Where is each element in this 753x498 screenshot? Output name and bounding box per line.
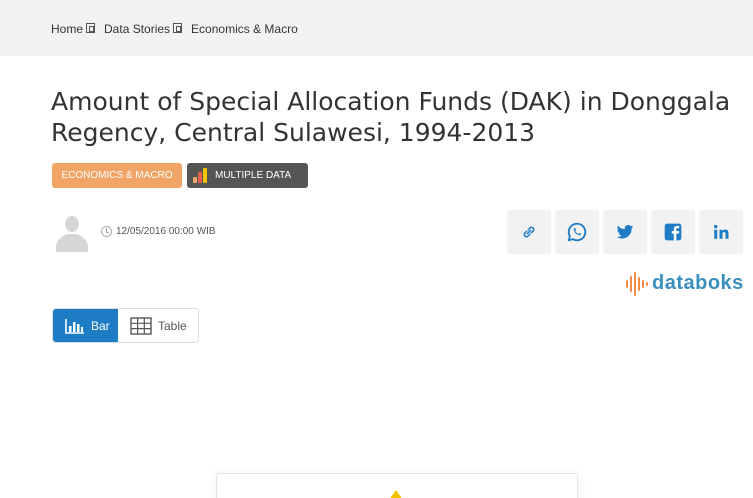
breadcrumb-economics-macro[interactable]: Economics & Macro [191,22,298,36]
table-icon [130,316,152,335]
whatsapp-share-button[interactable] [555,210,599,254]
view-toggle: Bar Table [52,308,199,343]
copy-link-button[interactable] [507,210,551,254]
author-avatar [52,212,92,252]
publish-date: 12/05/2016 00:00 WIB [101,226,216,237]
logo-bars-icon [625,271,649,297]
databoks-logo: databoks [625,270,744,297]
warning-icon [389,490,403,498]
bar-chart-icon [65,318,84,334]
link-icon [523,226,535,238]
linkedin-share-button[interactable] [699,210,743,254]
facebook-share-button[interactable] [651,210,695,254]
breadcrumb: Home Data Stories Economics & Macro [51,21,298,37]
category-tag[interactable]: ECONOMICS & MACRO [52,163,182,188]
breadcrumb-separator-icon [86,22,96,33]
multiple-data-icon [193,167,209,184]
bar-view-label: Bar [91,318,110,333]
twitter-icon [616,224,634,239]
top-bar: Home Data Stories Economics & Macro [0,0,753,56]
facebook-icon [664,223,682,241]
breadcrumb-data-stories[interactable]: Data Stories [104,22,170,36]
data-type-label: MULTIPLE DATA [215,170,292,181]
data-type-tag: MULTIPLE DATA [187,163,308,188]
bar-view-button[interactable]: Bar [53,309,118,342]
breadcrumb-home[interactable]: Home [51,22,83,36]
clock-icon [101,226,112,237]
page-title: Amount of Special Allocation Funds (DAK)… [51,87,731,147]
table-view-button[interactable]: Table [118,309,198,342]
publish-date-text: 12/05/2016 00:00 WIB [116,226,216,237]
twitter-share-button[interactable] [603,210,647,254]
breadcrumb-separator-icon [173,22,183,33]
linkedin-icon [714,224,729,239]
logo-text: databoks [652,272,744,294]
whatsapp-icon [567,222,587,242]
table-view-label: Table [158,318,187,333]
